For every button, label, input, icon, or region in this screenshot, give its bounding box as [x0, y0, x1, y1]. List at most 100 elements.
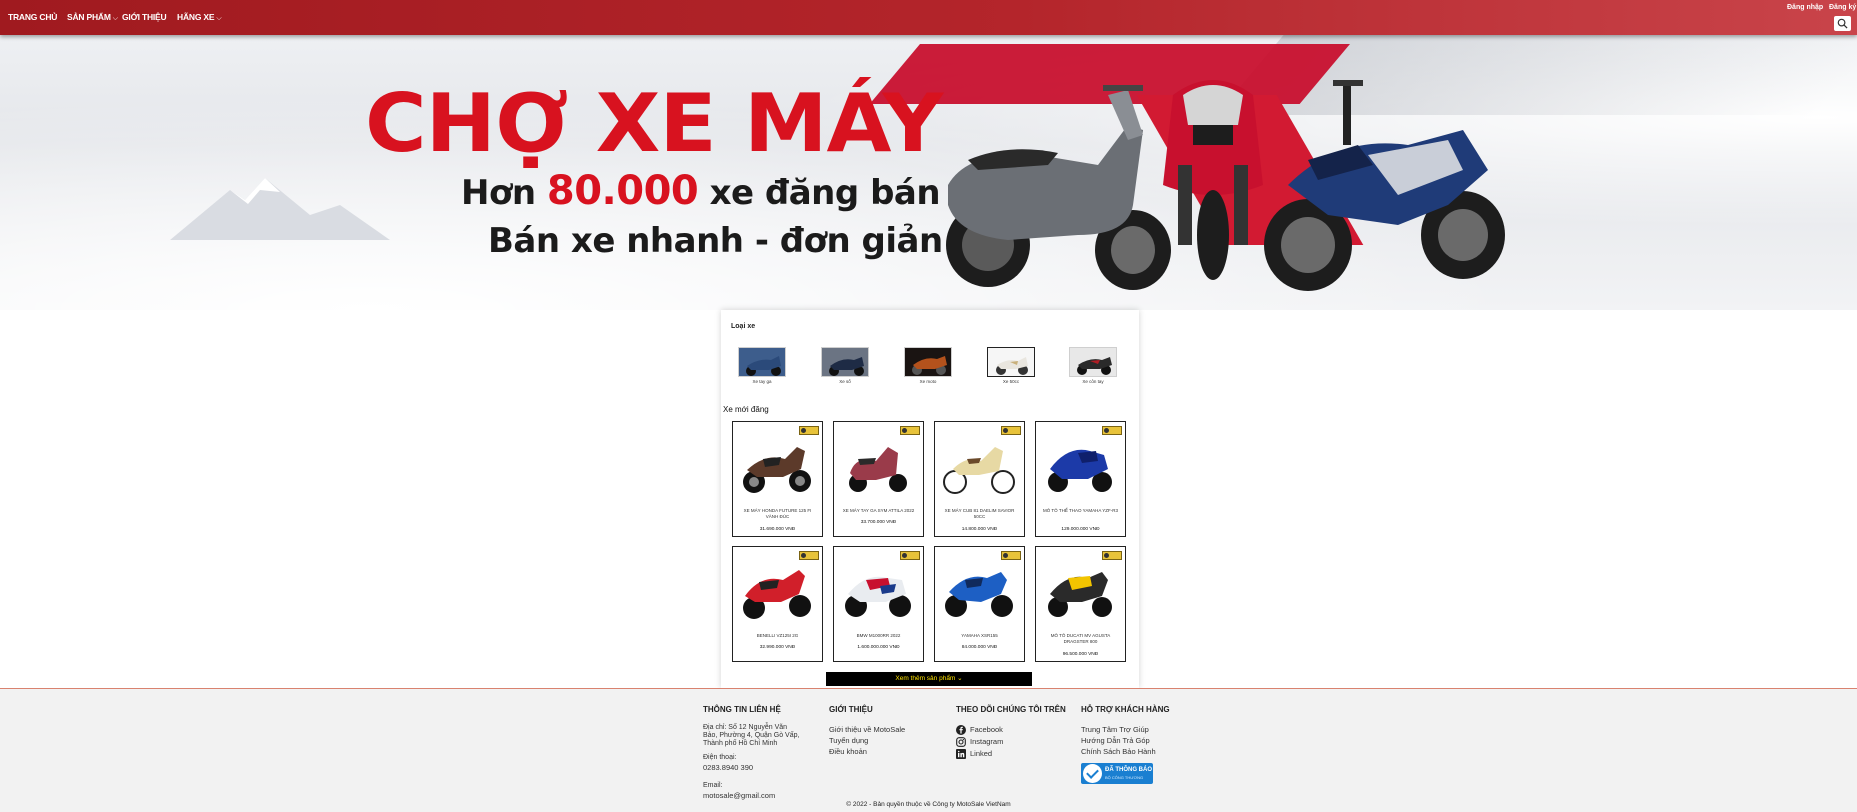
copyright-text: © 2022 - Bản quyền thuộc về Công ty Moto… [846, 801, 1011, 808]
search-icon [1837, 18, 1848, 29]
footer-follow: THEO DÕI CHÚNG TÔI TRÊN Facebook Instagr… [956, 705, 1066, 760]
nav-item-home[interactable]: TRANG CHỦ [8, 12, 57, 22]
product-name: BENELLI VZ125i 2G [756, 633, 799, 638]
footer-link[interactable]: Tuyển dụng [829, 735, 905, 746]
social-link-linkedin[interactable]: Linked [956, 748, 1066, 760]
footer-link[interactable]: Trung Tâm Trợ Giúp [1081, 724, 1170, 735]
footer-link[interactable]: Hướng Dẫn Trả Góp [1081, 735, 1170, 746]
product-image [849, 447, 907, 492]
product-name: XE MÁY HONDA FUTURE 125 FI VÀNH ĐÚC [743, 508, 812, 519]
badge-subtext: BỘ CÔNG THƯƠNG [1105, 775, 1144, 780]
product-name: MÔ TÔ DUCATI MV AGUSTA DRAGSTER 800 [1050, 633, 1111, 644]
nav-item-products[interactable]: SẢN PHẨM ⌵ [67, 12, 118, 23]
product-card[interactable]: XE MÁY TAY GA SYM ATTILA 2022 33.700.000… [833, 421, 924, 537]
product-price: 31.690.000 VNĐ [759, 527, 796, 532]
product-price: 32.990.000 VNĐ [759, 645, 796, 650]
category-label: Xe côn tay [1082, 379, 1104, 384]
linkedin-icon [956, 749, 966, 759]
new-listings-title: Xe mới đăng [723, 405, 769, 414]
instagram-icon [956, 737, 966, 747]
hero-banner: CHỢ XE MÁY Hơn 80.000 xe đăng bán Bán xe… [0, 35, 1857, 310]
footer-link[interactable]: Chính Sách Bảo Hành [1081, 746, 1170, 757]
product-card[interactable]: BENELLI VZ125i 2G 32.990.000 VNĐ [732, 546, 823, 662]
footer-phone[interactable]: 0283.8940 390 [703, 764, 801, 772]
product-price: 33.700.000 VNĐ [860, 520, 897, 525]
product-card[interactable]: XE MÁY CUB 81 DAELIM SAVIOR 50CC 14.800.… [934, 421, 1025, 537]
category-label: Xe số [839, 379, 851, 384]
checkmark-icon [1083, 764, 1102, 783]
product-card[interactable]: XE MÁY HONDA FUTURE 125 FI VÀNH ĐÚC 31.6… [732, 421, 823, 537]
footer-email-label: Email: [703, 782, 723, 789]
social-label: Linked [970, 749, 993, 758]
footer-heading: THEO DÕI CHÚNG TÔI TRÊN [956, 705, 1066, 714]
nav-item-brands[interactable]: HÃNG XE ⌵ [177, 12, 222, 23]
product-price: 1.600.000.000 VNĐ [857, 645, 900, 650]
product-card[interactable]: YAMAHA XSR155 84.000.000 VNĐ [934, 546, 1025, 662]
product-price: 14.800.000 VNĐ [961, 527, 998, 532]
category-label: Xe tay ga [752, 379, 772, 384]
footer-heading: GIỚI THIỆU [829, 705, 873, 714]
chevron-down-icon: ⌄ [957, 675, 963, 682]
product-image [743, 570, 811, 619]
banner-line-tagline: Bán xe nhanh - đơn giản [488, 221, 943, 261]
facebook-icon [956, 725, 966, 735]
dealer-badge [1001, 551, 1021, 560]
banner-text: xe đăng bán [709, 173, 941, 213]
motorbike-image [1264, 80, 1505, 291]
footer-link[interactable]: Điều khoản [829, 746, 905, 757]
social-link-facebook[interactable]: Facebook [956, 724, 1066, 736]
top-navbar: TRANG CHỦ SẢN PHẨM ⌵ GIỚI THIỆU HÃNG XE ⌵ … [0, 0, 1857, 35]
footer-contact: THÔNG TIN LIÊN HỆ Địa chỉ: Số 12 Nguyễn … [703, 705, 801, 800]
footer-about: GIỚI THIỆU Giới thiệu về MotoSale Tuyển … [829, 705, 905, 757]
category-item[interactable]: Xe côn tay [1069, 347, 1117, 384]
dealer-badge [1001, 426, 1021, 435]
category-item[interactable]: Xe tay ga [738, 347, 786, 384]
product-image [1048, 449, 1112, 492]
banner-highlight: 80.000 [546, 168, 699, 214]
product-card[interactable]: MÔ TÔ THỂ THAO YAMAHA YZF-R3 129.000.000… [1035, 421, 1126, 537]
footer-heading: HỖ TRỢ KHÁCH HÀNG [1081, 705, 1170, 714]
banner-text: Hơn [461, 173, 536, 213]
footer-heading: THÔNG TIN LIÊN HỆ [703, 705, 781, 714]
category-label: Xe 50cc [1002, 379, 1020, 384]
category-item[interactable]: Xe moto [904, 347, 952, 384]
social-label: Facebook [970, 725, 1003, 734]
nav-item-about[interactable]: GIỚI THIỆU [122, 12, 167, 22]
product-image [943, 447, 1015, 494]
product-image [945, 572, 1013, 617]
mountain-illustration [170, 178, 390, 240]
category-item[interactable]: Xe số [821, 347, 869, 384]
category-image [738, 347, 786, 377]
category-image [987, 347, 1035, 377]
product-name: XE MÁY TAY GA SYM ATTILA 2022 [842, 508, 915, 513]
login-link[interactable]: Đăng nhập [1787, 4, 1823, 11]
footer-link[interactable]: Giới thiệu về MotoSale [829, 724, 905, 735]
footer-phone-label: Điện thoại: [703, 754, 737, 761]
product-price: 96.500.000 VNĐ [1062, 652, 1099, 657]
product-name: BMW M1000RR 2022 [856, 633, 901, 638]
footer-email[interactable]: motosale@gmail.com [703, 792, 801, 800]
product-price: 84.000.000 VNĐ [961, 645, 998, 650]
social-link-instagram[interactable]: Instagram [956, 736, 1066, 748]
nav-item-label: GIỚI THIỆU [122, 12, 167, 22]
dealer-badge [799, 551, 819, 560]
ministry-registered-badge[interactable]: ĐÃ THÔNG BÁO BỘ CÔNG THƯƠNG [1081, 763, 1153, 784]
banner-line-listings: Hơn 80.000 xe đăng bán [461, 168, 941, 214]
dealer-badge [1102, 551, 1122, 560]
dealer-badge [900, 426, 920, 435]
category-item[interactable]: Xe 50cc [987, 347, 1035, 384]
register-link[interactable]: Đăng ký [1829, 4, 1856, 11]
product-card[interactable]: BMW M1000RR 2022 1.600.000.000 VNĐ [833, 546, 924, 662]
category-image [1069, 347, 1117, 377]
product-card[interactable]: MÔ TÔ DUCATI MV AGUSTA DRAGSTER 800 96.5… [1035, 546, 1126, 662]
footer: THÔNG TIN LIÊN HỆ Địa chỉ: Số 12 Nguyễn … [0, 688, 1857, 812]
category-image [904, 347, 952, 377]
search-button[interactable] [1834, 16, 1851, 31]
badge-text: ĐÃ THÔNG BÁO [1105, 767, 1152, 773]
footer-support: HỖ TRỢ KHÁCH HÀNG Trung Tâm Trợ Giúp Hướ… [1081, 705, 1170, 784]
chevron-down-icon: ⌵ [216, 15, 222, 22]
nav-item-label: TRANG CHỦ [8, 12, 58, 22]
dealer-badge [799, 426, 819, 435]
category-image [821, 347, 869, 377]
view-more-button[interactable]: Xem thêm sản phẩm ⌄ [826, 672, 1032, 686]
